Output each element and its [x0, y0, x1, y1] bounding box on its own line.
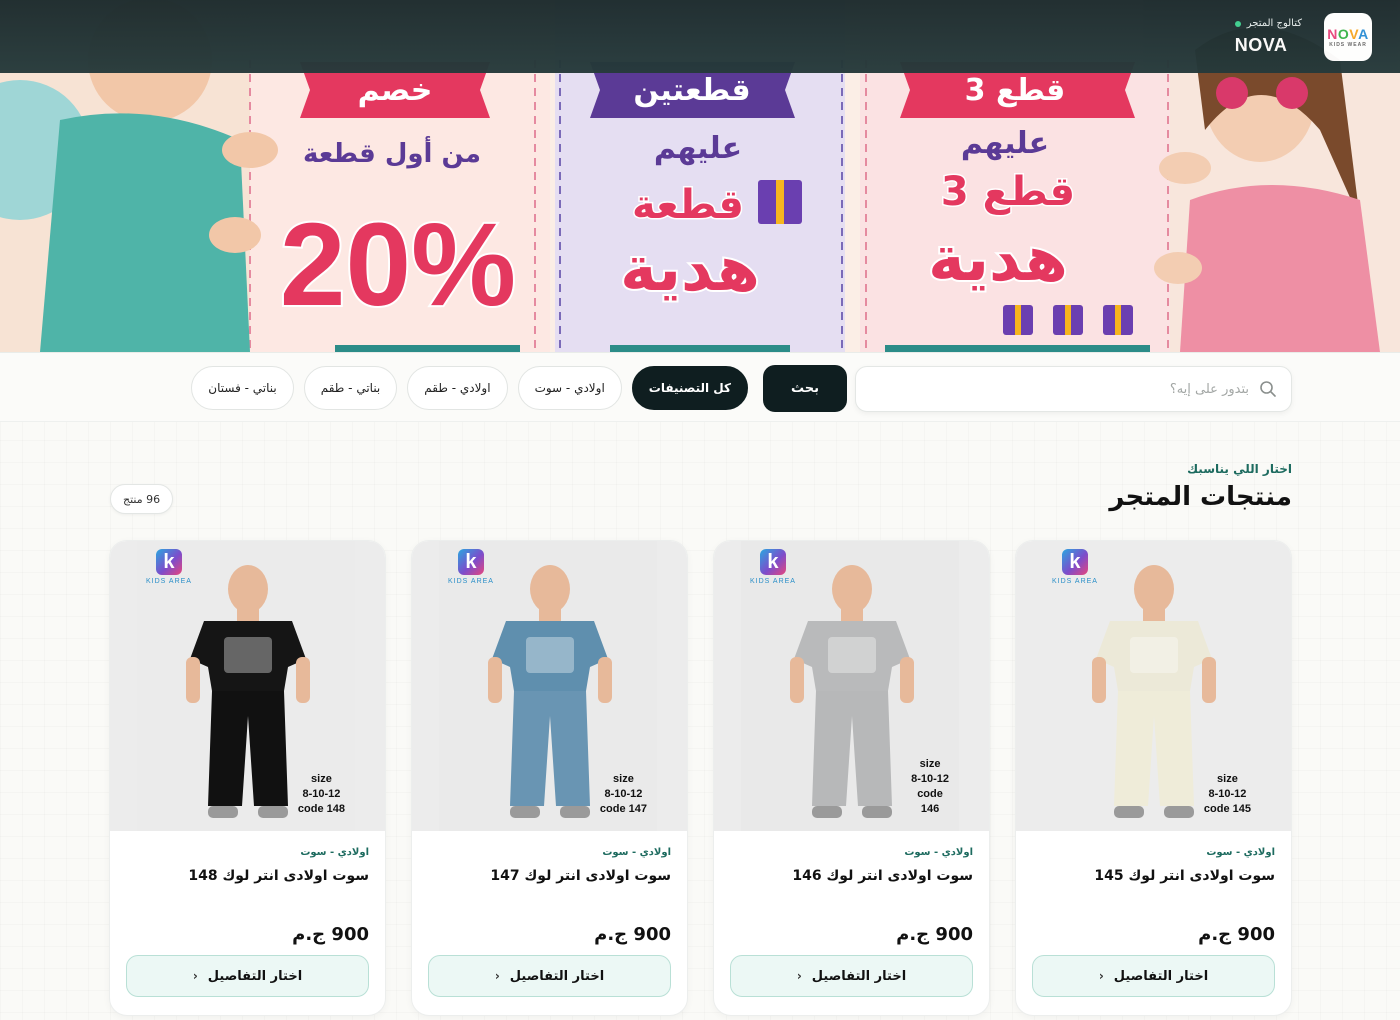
filter-chip-all[interactable]: كل التصنيفات: [631, 366, 748, 410]
image-size-code-label: size 8-10-12 code 145: [1203, 773, 1251, 815]
brand-logo[interactable]: NOVA KIDS WEAR: [1324, 13, 1372, 61]
search-icon: [1260, 381, 1276, 397]
kids-area-logo: k KIDS AREA: [1052, 549, 1098, 585]
image-size-code-label: size 8-10-12 code 147: [599, 773, 647, 815]
product-category: اولادي - سوت: [1206, 847, 1275, 858]
choose-details-label: اختار التفاصيل: [207, 968, 303, 984]
category-filters: كل التصنيفات اولادي - سوت اولادي - طقم ب…: [191, 366, 748, 410]
section-header: اختار اللي يناسبك منتجات المتجر: [1109, 462, 1292, 512]
chevron-left-icon: ‹: [796, 969, 802, 983]
banner-right-tag: 3 قطع: [965, 73, 1066, 108]
choose-details-button[interactable]: اختار التفاصيل ‹: [126, 955, 369, 997]
banner-right-gift2: هدية: [928, 222, 1068, 295]
online-dot-icon: [1234, 20, 1241, 27]
banner-left-big: 20%: [280, 199, 516, 331]
choose-details-button[interactable]: اختار التفاصيل ‹: [1032, 955, 1275, 997]
choose-details-button[interactable]: اختار التفاصيل ‹: [428, 955, 671, 997]
chevron-left-icon: ‹: [192, 969, 198, 983]
product-card[interactable]: k KIDS AREA size 8-10-12 code 145 اولادي - …: [1015, 540, 1292, 1016]
product-grid: k KIDS AREA size 8-10-12 code 145 اولادي - …: [109, 540, 1292, 1016]
filter-chip-boys-set[interactable]: اولادي - طقم: [407, 366, 508, 410]
product-price: 900 ج.م: [1198, 924, 1275, 945]
top-header: NOVA KIDS WEAR كتالوج المتجر NOVA: [0, 0, 1400, 73]
product-image[interactable]: k KIDS AREA size 8-10-12 code 145: [1016, 541, 1291, 831]
choose-details-label: اختار التفاصيل: [1113, 968, 1209, 984]
product-name[interactable]: سوت اولادى انتر لوك 146: [730, 868, 973, 918]
search-input[interactable]: [870, 381, 1249, 397]
image-size-code-label: size 8-10-12 code 148: [297, 773, 345, 815]
banner-middle-tag: قطعتين: [633, 73, 750, 108]
brand-name: NOVA: [1234, 35, 1288, 55]
product-price: 900 ج.م: [594, 924, 671, 945]
product-image[interactable]: k KIDS AREA size 8-10-12 code 146: [714, 541, 989, 831]
chevron-left-icon: ‹: [494, 969, 500, 983]
banner-middle-gift2: هدية: [620, 232, 760, 305]
product-name[interactable]: سوت اولادى انتر لوك 145: [1032, 868, 1275, 918]
product-card[interactable]: k KIDS AREA size 8-10-12 code 147 اولادي - …: [411, 540, 688, 1016]
search-box[interactable]: [855, 366, 1292, 412]
section-title: منتجات المتجر: [1109, 482, 1292, 512]
product-info: اولادي - سوت سوت اولادى انتر لوك 147 900…: [412, 831, 687, 945]
product-category: اولادي - سوت: [300, 847, 369, 858]
choose-details-label: اختار التفاصيل: [509, 968, 605, 984]
product-name[interactable]: سوت اولادى انتر لوك 147: [428, 868, 671, 918]
choose-details-label: اختار التفاصيل: [811, 968, 907, 984]
product-category: اولادي - سوت: [602, 847, 671, 858]
banner-right-gift1: 3 قطع: [941, 169, 1075, 215]
filter-chip-girls-set[interactable]: بناتي - طقم: [303, 366, 398, 410]
product-card[interactable]: k KIDS AREA size 8-10-12 code 148 اولادي - …: [109, 540, 386, 1016]
banner-left-line: من أول قطعة: [303, 136, 481, 169]
chevron-left-icon: ‹: [1098, 969, 1104, 983]
product-info: اولادي - سوت سوت اولادى انتر لوك 148 900…: [110, 831, 385, 945]
product-count-badge: 96 منتج: [110, 484, 174, 514]
banner-right-line: عليهم: [961, 126, 1049, 161]
kids-area-logo: k KIDS AREA: [448, 549, 494, 585]
product-category: اولادي - سوت: [904, 847, 973, 858]
banner-middle-gift1: قطعة: [632, 182, 744, 228]
brand-text: كتالوج المتجر NOVA: [1234, 18, 1302, 56]
product-info: اولادي - سوت سوت اولادى انتر لوك 146 900…: [714, 831, 989, 945]
product-image[interactable]: k KIDS AREA size 8-10-12 code 148: [110, 541, 385, 831]
banner-left-tag: خصم: [358, 73, 433, 108]
product-name[interactable]: سوت اولادى انتر لوك 148: [126, 868, 369, 918]
product-price: 900 ج.م: [896, 924, 973, 945]
product-price: 900 ج.م: [292, 924, 369, 945]
banner-middle-line: عليهم: [654, 131, 742, 166]
kids-area-logo: k KIDS AREA: [750, 549, 796, 585]
image-size-code-label: size 8-10-12 code 146: [911, 758, 949, 815]
section-kicker: اختار اللي يناسبك: [1187, 462, 1292, 476]
filter-chip-boys-suit[interactable]: اولادي - سوت: [517, 366, 622, 410]
search-filter-bar: بحث كل التصنيفات اولادي - سوت اولادي - ط…: [0, 352, 1400, 422]
brand[interactable]: NOVA KIDS WEAR كتالوج المتجر NOVA: [1234, 13, 1372, 61]
choose-details-button[interactable]: اختار التفاصيل ‹: [730, 955, 973, 997]
search-button[interactable]: بحث: [763, 365, 847, 412]
brand-logo-sub: KIDS WEAR: [1329, 42, 1367, 48]
filter-chip-girls-dress[interactable]: بناتي - فستان: [191, 366, 294, 410]
kids-area-logo: k KIDS AREA: [146, 549, 192, 585]
product-info: اولادي - سوت سوت اولادى انتر لوك 145 900…: [1016, 831, 1291, 945]
product-card[interactable]: k KIDS AREA size 8-10-12 code 146 اولادي - س…: [713, 540, 990, 1016]
brand-logo-letters: NOVA: [1327, 26, 1369, 42]
product-image[interactable]: k KIDS AREA size 8-10-12 code 147: [412, 541, 687, 831]
brand-subtitle: كتالوج المتجر: [1246, 18, 1302, 29]
brand-subtitle-row: كتالوج المتجر: [1234, 18, 1302, 29]
